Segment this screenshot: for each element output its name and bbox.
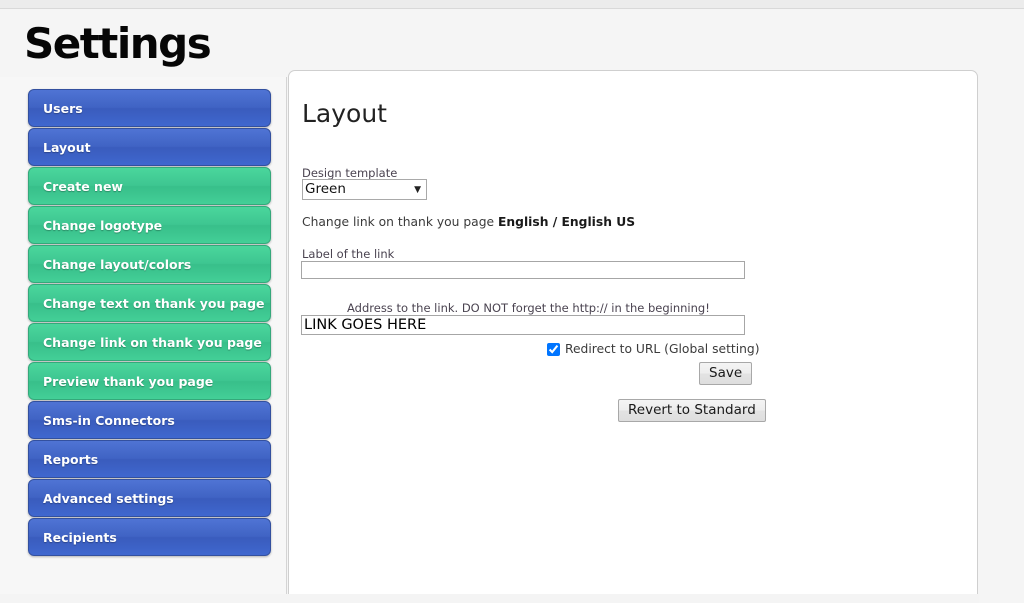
sidebar-item-preview-thank-you-page[interactable]: Preview thank you page xyxy=(28,362,271,400)
address-to-link-label: Address to the link. DO NOT forget the h… xyxy=(347,301,710,315)
sidebar-nav-list: Users Layout Create new Change logotype … xyxy=(28,89,271,557)
address-to-link-input[interactable] xyxy=(301,315,745,335)
content-panel: Layout Design template Green ▼ Change li… xyxy=(288,70,978,594)
sidebar-item-change-layout-colors[interactable]: Change layout/colors xyxy=(28,245,271,283)
revert-to-standard-button[interactable]: Revert to Standard xyxy=(618,399,766,422)
sidebar: Users Layout Create new Change logotype … xyxy=(0,77,287,594)
page-title: Settings xyxy=(24,19,212,68)
sidebar-item-advanced-settings[interactable]: Advanced settings xyxy=(28,479,271,517)
label-of-link-input[interactable] xyxy=(301,261,745,279)
sidebar-item-change-text-thank-you-page[interactable]: Change text on thank you page xyxy=(28,284,271,322)
sidebar-item-sms-in-connectors[interactable]: Sms-in Connectors xyxy=(28,401,271,439)
sidebar-item-create-new[interactable]: Create new xyxy=(28,167,271,205)
change-link-languages: English / English US xyxy=(497,215,636,229)
section-heading: Layout xyxy=(302,99,387,128)
sidebar-item-reports[interactable]: Reports xyxy=(28,440,271,478)
save-button[interactable]: Save xyxy=(699,362,753,385)
sidebar-item-users[interactable]: Users xyxy=(28,89,271,127)
redirect-to-url-label: Redirect to URL (Global setting) xyxy=(565,342,760,356)
sidebar-item-recipients[interactable]: Recipients xyxy=(28,518,271,556)
sidebar-item-change-logotype[interactable]: Change logotype xyxy=(28,206,271,244)
label-of-link-label: Label of the link xyxy=(302,247,395,261)
right-gutter xyxy=(979,18,1024,603)
sidebar-item-change-link-thank-you-page[interactable]: Change link on thank you page xyxy=(28,323,271,361)
chevron-down-icon: ▼ xyxy=(414,185,421,195)
design-template-selected-value: Green xyxy=(305,181,346,197)
page-root: Settings Users Layout Create new Change … xyxy=(0,9,1024,603)
top-bar xyxy=(0,0,1024,9)
sidebar-item-layout[interactable]: Layout xyxy=(28,128,271,166)
redirect-to-url-checkbox[interactable] xyxy=(547,342,560,356)
change-link-language-line: Change link on thank you page English / … xyxy=(302,215,635,229)
redirect-to-url-row: Redirect to URL (Global setting) xyxy=(547,342,760,356)
design-template-select[interactable]: Green ▼ xyxy=(302,179,427,200)
change-link-prefix-text: Change link on thank you page xyxy=(302,215,498,229)
design-template-label: Design template xyxy=(302,166,398,180)
